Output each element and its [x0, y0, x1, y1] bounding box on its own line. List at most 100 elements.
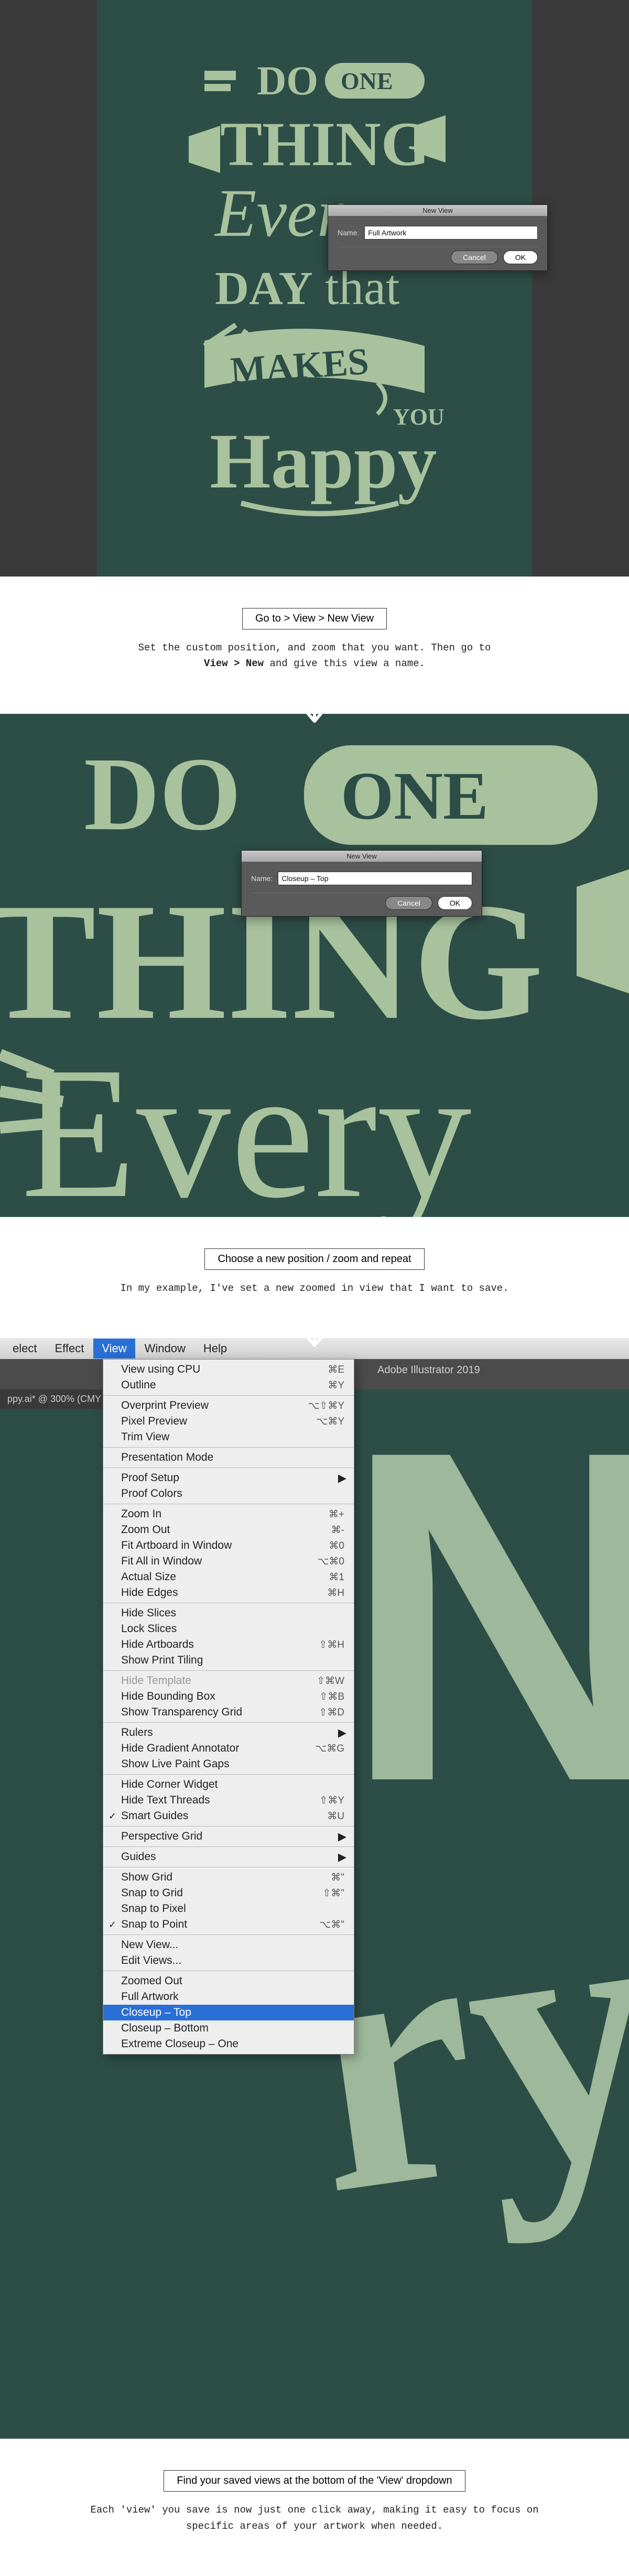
check-icon: ✓: [109, 1919, 116, 1930]
menu-item-label: Smart Guides: [121, 1810, 317, 1822]
menu-item[interactable]: Hide Slices: [103, 1605, 354, 1621]
menu-item[interactable]: Show Print Tiling: [103, 1653, 354, 1668]
menu-item[interactable]: Snap to Pixel: [103, 1901, 354, 1917]
menu-item-label: Presentation Mode: [121, 1451, 344, 1464]
menu-item[interactable]: Zoom Out⌘-: [103, 1522, 354, 1538]
caption-line: In my example, I've set a new zoomed in …: [120, 1282, 508, 1294]
menu-help[interactable]: Help: [195, 1339, 235, 1358]
menu-shortcut: ⌘+: [318, 1508, 344, 1520]
menu-item-label: Snap to Point: [121, 1918, 309, 1931]
menu-shortcut: ⇧⌘W: [306, 1675, 344, 1687]
menu-item[interactable]: Guides▶: [103, 1849, 354, 1865]
menu-item[interactable]: New View...: [103, 1937, 354, 1953]
menu-item-label: Hide Template: [121, 1675, 306, 1687]
name-input[interactable]: [364, 226, 538, 240]
check-icon: ✓: [109, 1811, 116, 1822]
menu-item: Hide Template⇧⌘W: [103, 1673, 354, 1689]
menu-item[interactable]: Rulers▶: [103, 1725, 354, 1741]
svg-text:MAKES: MAKES: [229, 340, 370, 392]
menu-shortcut: ⌘H: [317, 1587, 344, 1599]
screenshot-zoomed: DO ONE THING Every New View Name: Cancel…: [0, 714, 629, 1217]
menu-effect[interactable]: Effect: [46, 1339, 92, 1358]
menu-item-label: View using CPU: [121, 1363, 317, 1376]
menu-shortcut: ⌥⇧⌘Y: [298, 1400, 345, 1412]
menu-item-label: Hide Text Threads: [121, 1794, 309, 1807]
menu-item[interactable]: Zoom In⌘+: [103, 1506, 354, 1522]
menu-shortcut: ⇧⌘B: [309, 1691, 344, 1703]
menu-item[interactable]: Closeup – Top: [103, 2005, 354, 2020]
menu-item-label: Show Live Paint Gaps: [121, 1758, 344, 1770]
menu-item[interactable]: Zoomed Out: [103, 1973, 354, 1989]
menu-window[interactable]: Window: [136, 1339, 194, 1358]
menu-shortcut: ⌘1: [318, 1571, 344, 1583]
menu-item[interactable]: ✓Smart Guides⌘U: [103, 1808, 354, 1824]
menu-item[interactable]: Lock Slices: [103, 1621, 354, 1637]
caption-line: Each 'view' you save is now just one cli…: [90, 2504, 538, 2531]
ok-button[interactable]: OK: [438, 896, 472, 910]
ok-button[interactable]: OK: [503, 251, 538, 264]
menu-item[interactable]: Proof Colors: [103, 1486, 354, 1502]
cancel-button[interactable]: Cancel: [451, 251, 498, 264]
menu-item[interactable]: Full Artwork: [103, 1989, 354, 2005]
menu-item[interactable]: Pixel Preview⌥⌘Y: [103, 1414, 354, 1429]
menu-shortcut: ⌘-: [321, 1524, 344, 1536]
lettering-artwork: DO ONE THING Every DAY that: [168, 47, 461, 529]
menu-item[interactable]: Fit Artboard in Window⌘0: [103, 1538, 354, 1553]
app-title: Adobe Illustrator 2019: [377, 1364, 480, 1376]
menu-item[interactable]: Overprint Preview⌥⇧⌘Y: [103, 1398, 354, 1414]
menu-item[interactable]: Presentation Mode: [103, 1450, 354, 1465]
menu-shortcut: ⇧⌘": [312, 1887, 344, 1899]
menu-item[interactable]: Show Live Paint Gaps: [103, 1756, 354, 1772]
menu-item[interactable]: Show Transparency Grid⇧⌘D: [103, 1704, 354, 1720]
menu-item-label: Zoomed Out: [121, 1975, 344, 1987]
caption-line2-bold: View > New: [204, 658, 264, 669]
menu-item-label: Hide Slices: [121, 1607, 344, 1619]
svg-text:ONE: ONE: [341, 758, 489, 834]
menu-item[interactable]: Hide Edges⌘H: [103, 1585, 354, 1601]
menu-item[interactable]: Hide Bounding Box⇧⌘B: [103, 1689, 354, 1704]
caption-section-3: Find your saved views at the bottom of t…: [0, 2439, 629, 2576]
menu-shortcut: ⌘0: [318, 1540, 344, 1552]
menu-select[interactable]: elect: [4, 1339, 45, 1358]
caption-title: Find your saved views at the bottom of t…: [164, 2470, 465, 2492]
svg-text:Every: Every: [21, 1028, 472, 1217]
menu-item[interactable]: Show Grid⌘": [103, 1869, 354, 1885]
menu-item[interactable]: Outline⌘Y: [103, 1377, 354, 1393]
menu-item[interactable]: Hide Corner Widget: [103, 1777, 354, 1792]
menu-item-label: Hide Corner Widget: [121, 1778, 344, 1791]
menu-item-label: Snap to Grid: [121, 1887, 312, 1899]
menu-item-label: Proof Colors: [121, 1487, 344, 1500]
caption-title: Go to > View > New View: [242, 608, 387, 629]
menu-item-label: Extreme Closeup – One: [121, 2038, 344, 2050]
menu-item-label: Zoom Out: [121, 1524, 321, 1536]
menu-item-label: Full Artwork: [121, 1991, 344, 2003]
menu-view[interactable]: View: [93, 1339, 135, 1358]
menu-item[interactable]: Closeup – Bottom: [103, 2020, 354, 2036]
document-tab[interactable]: ppy.ai* @ 300% (CMY: [0, 1389, 109, 1409]
menu-shortcut: ⇧⌘Y: [309, 1795, 344, 1807]
menu-item-label: Hide Bounding Box: [121, 1690, 309, 1703]
menu-item[interactable]: Snap to Grid⇧⌘": [103, 1885, 354, 1901]
caption-title: Choose a new position / zoom and repeat: [204, 1248, 424, 1270]
new-view-dialog-2: New View Name: Cancel OK: [241, 850, 482, 917]
menu-item-label: New View...: [121, 1939, 344, 1951]
caption-section-1: Go to > View > New View Set the custom p…: [0, 577, 629, 714]
menu-item[interactable]: Perspective Grid▶: [103, 1829, 354, 1844]
menu-item[interactable]: Hide Text Threads⇧⌘Y: [103, 1792, 354, 1808]
menu-item[interactable]: Hide Artboards⇧⌘H: [103, 1637, 354, 1653]
menu-item[interactable]: Proof Setup▶: [103, 1470, 354, 1486]
menu-item[interactable]: Trim View: [103, 1429, 354, 1445]
menu-item[interactable]: Fit All in Window⌥⌘0: [103, 1553, 354, 1569]
menu-shortcut: ⌘E: [317, 1364, 344, 1376]
menu-item[interactable]: Hide Gradient Annotator⌥⌘G: [103, 1741, 354, 1756]
name-input[interactable]: [278, 872, 472, 885]
menu-item-label: Hide Gradient Annotator: [121, 1742, 305, 1755]
menu-item-label: Hide Artboards: [121, 1638, 308, 1651]
menu-item[interactable]: Actual Size⌘1: [103, 1569, 354, 1585]
cancel-button[interactable]: Cancel: [385, 896, 432, 910]
menu-item[interactable]: Extreme Closeup – One: [103, 2036, 354, 2052]
menu-item[interactable]: View using CPU⌘E: [103, 1362, 354, 1377]
menu-item[interactable]: ✓Snap to Point⌥⌘": [103, 1917, 354, 1932]
menu-item-label: Fit Artboard in Window: [121, 1539, 318, 1552]
menu-item[interactable]: Edit Views...: [103, 1953, 354, 1969]
